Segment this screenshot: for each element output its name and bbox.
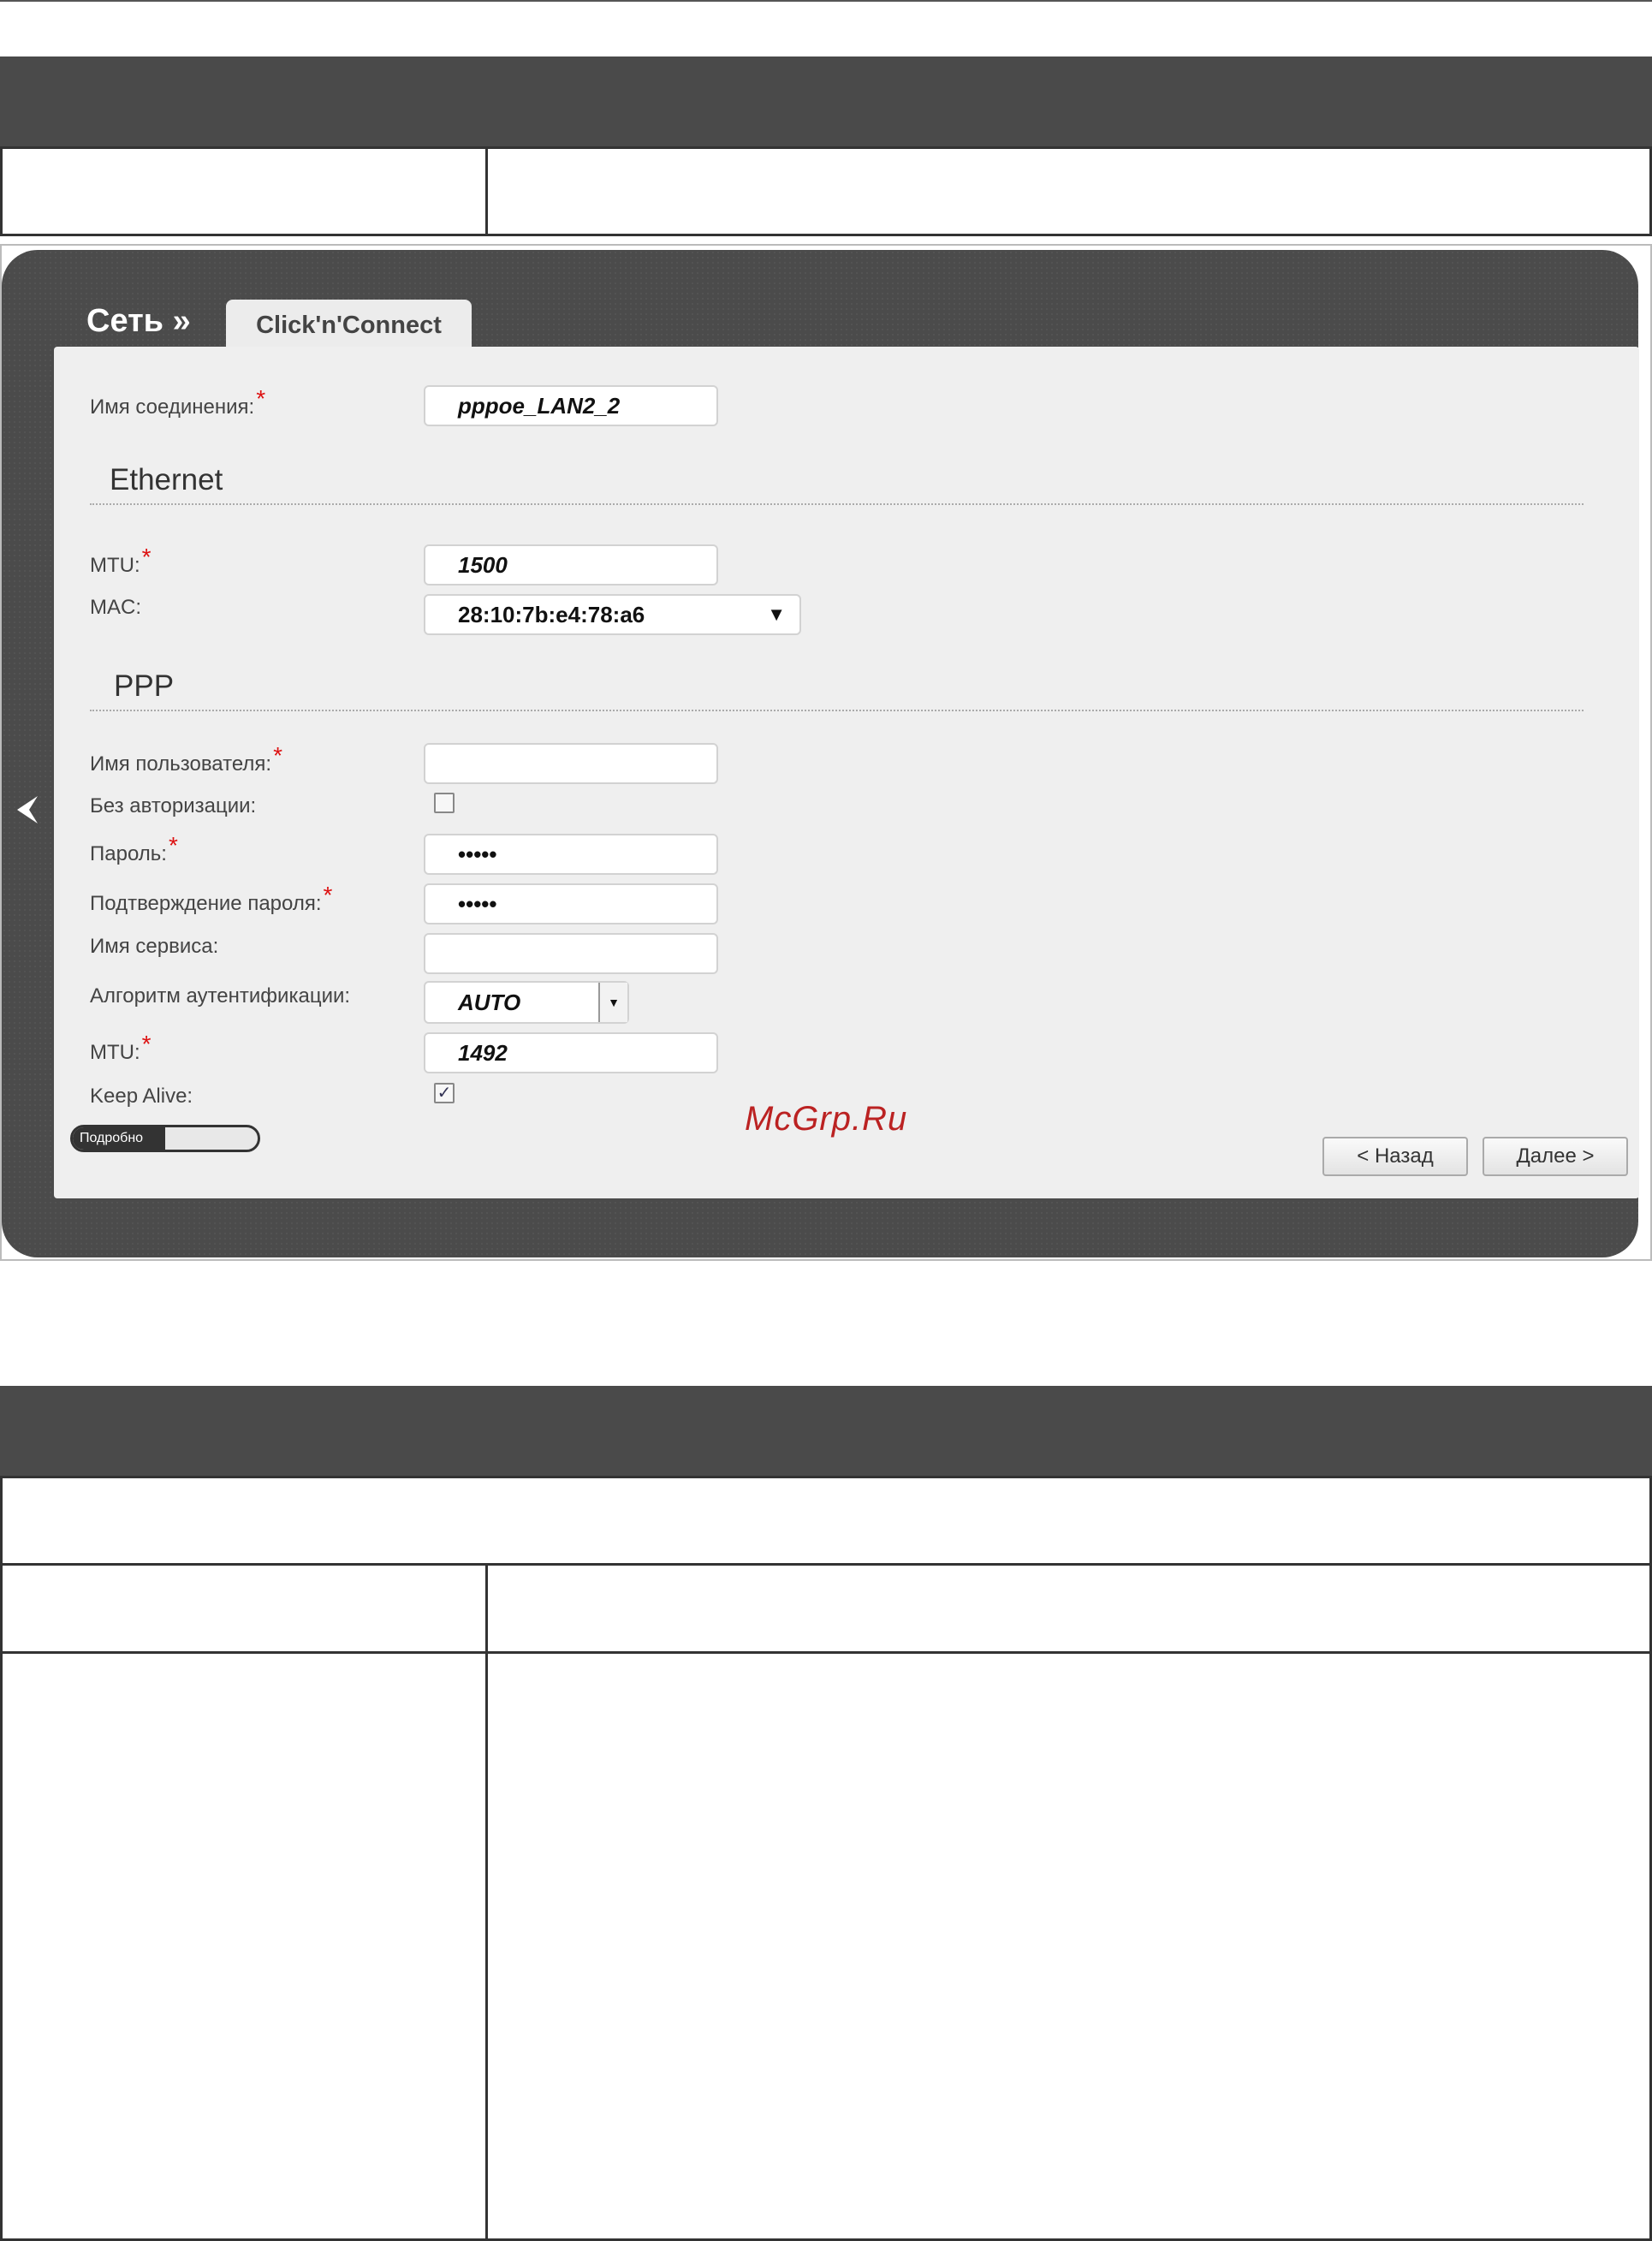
connection-name-input[interactable]: pppoe_LAN2_2 (424, 385, 718, 426)
password-confirm-label: Подтверждение пароля:* (90, 882, 333, 915)
ppp-mtu-label: MTU:* (90, 1031, 152, 1064)
no-auth-label: Без авторизации: (90, 794, 257, 817)
ethernet-mtu-input[interactable]: 1500 (424, 544, 718, 586)
service-name-label: Имя сервиса: (90, 935, 219, 958)
mac-select-value: 28:10:7b:e4:78:a6 (458, 601, 645, 627)
table-header-bar-top (0, 56, 1652, 149)
table-cell (0, 146, 488, 236)
auth-algorithm-label: Алгоритм аутентификации: (90, 984, 351, 1008)
ppp-mtu-input[interactable]: 1492 (424, 1032, 718, 1073)
watermark: McGrp.Ru (745, 1100, 908, 1138)
connection-name-label: Имя соединения:* (90, 385, 266, 419)
table-cell (485, 1651, 1652, 2241)
settings-panel (54, 347, 1639, 1198)
chevron-left-icon[interactable] (14, 794, 41, 825)
ppp-group-title: PPP (114, 669, 175, 703)
mac-select[interactable]: 28:10:7b:e4:78:a6 ▼ (424, 594, 801, 635)
auth-algorithm-value: AUTO (458, 989, 521, 1015)
top-rule (0, 0, 1652, 2)
divider (90, 503, 1584, 505)
password-confirm-input[interactable]: ••••• (424, 883, 718, 924)
next-button[interactable]: Далее > (1483, 1137, 1628, 1176)
details-toggle-label: Подробно (73, 1127, 165, 1150)
password-label: Пароль:* (90, 832, 178, 865)
password-input[interactable]: ••••• (424, 834, 718, 875)
back-button[interactable]: < Назад (1322, 1137, 1468, 1176)
service-name-input[interactable] (424, 933, 718, 974)
no-auth-checkbox[interactable] (434, 793, 455, 813)
dropdown-arrow-icon: ▼ (598, 983, 627, 1022)
section-title: Сеть » (86, 303, 191, 339)
mac-label: MAC: (90, 596, 141, 619)
table-header-bar-bottom (0, 1386, 1652, 1478)
keep-alive-checkbox[interactable]: ✓ (434, 1083, 455, 1103)
ethernet-group-title: Ethernet (110, 463, 223, 496)
table-cell (0, 1476, 1652, 1566)
keep-alive-label: Keep Alive: (90, 1085, 193, 1108)
dropdown-arrow-icon: ▼ (767, 603, 786, 625)
table-cell (0, 1563, 488, 1654)
ethernet-mtu-label: MTU:* (90, 544, 152, 577)
details-toggle[interactable]: Подробно (70, 1125, 260, 1152)
divider (90, 710, 1584, 711)
table-cell (485, 1563, 1652, 1654)
tab-click-n-connect[interactable]: Click'n'Connect (226, 300, 472, 351)
table-cell (0, 1651, 488, 2241)
username-input[interactable] (424, 743, 718, 784)
auth-algorithm-select[interactable]: AUTO ▼ (424, 981, 629, 1024)
username-label: Имя пользователя:* (90, 742, 282, 776)
table-cell (485, 146, 1652, 236)
